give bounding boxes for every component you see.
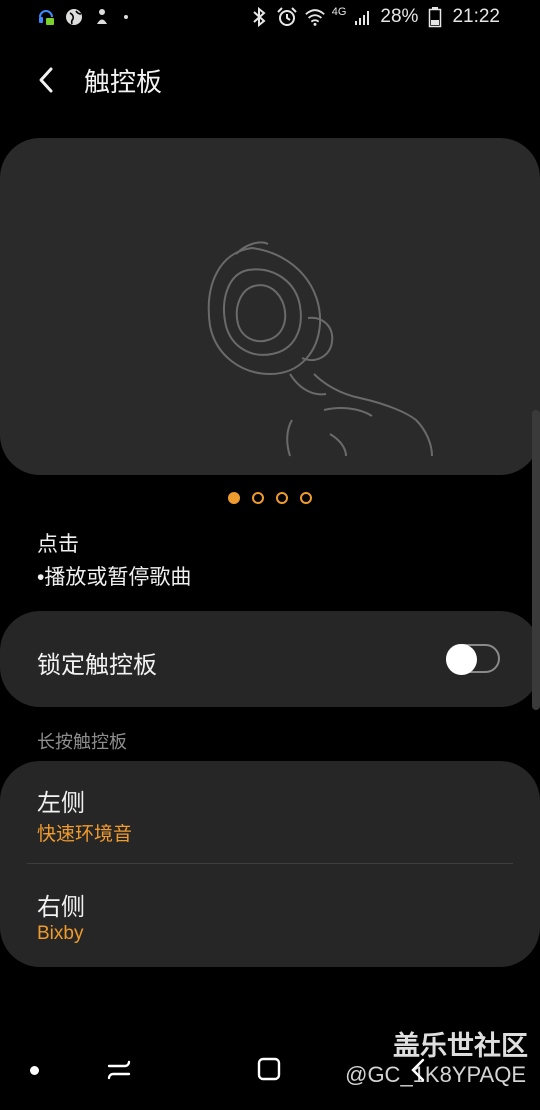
lock-touchpad-row[interactable]: 锁定触控板 [0,611,540,707]
bluetooth-icon [248,6,270,28]
app-bar: 触控板 [0,52,540,108]
back-button[interactable] [26,60,66,100]
back-arrow-icon [39,67,53,93]
left-option-label: 左侧 [37,790,85,817]
lock-touchpad-toggle[interactable] [446,644,500,675]
carousel-page-indicator [0,492,540,504]
left-option-value: 快速环境音 [37,824,133,845]
status-bar-left [36,7,128,27]
battery-percent: 28% [380,6,419,27]
divider [27,863,513,864]
nav-back-icon[interactable] [405,1056,433,1084]
nav-hide-dot[interactable] [30,1066,39,1075]
page-dot-4[interactable] [300,492,312,504]
toggle-knob [446,644,477,675]
recents-icon[interactable] [105,1056,133,1084]
status-bar-right: 4G 28% 21:22 [248,6,500,28]
home-icon[interactable] [255,1055,283,1083]
lock-touchpad-label: 锁定触控板 [37,652,157,679]
right-option-label: 右侧 [37,894,85,921]
tap-description: •播放或暂停歌曲 [37,566,192,589]
headset-notification-icon [36,7,56,27]
left-earbud-option[interactable]: 左侧 快速环境音 [0,761,540,863]
right-option-value: Bixby [37,923,84,944]
page-dot-3[interactable] [276,492,288,504]
wifi-icon [304,6,326,28]
right-earbud-option[interactable]: 右侧 Bixby [0,865,540,967]
scrollbar[interactable] [532,410,540,710]
signal-icon [352,6,374,28]
page-dot-1[interactable] [228,492,240,504]
earbud-touch-illustration [207,241,433,457]
system-navigation-bar [0,1034,540,1110]
network-type: 4G [331,6,347,18]
long-press-options-card: 左侧 快速环境音 右侧 Bixby [0,761,540,967]
location-icon [92,7,112,27]
long-press-section-header: 长按触控板 [37,732,127,752]
globe-icon [64,7,84,27]
battery-icon [424,6,446,28]
page-dot-2[interactable] [252,492,264,504]
alarm-icon [276,6,298,28]
tap-title: 点击 [37,533,79,556]
clock: 21:22 [452,6,500,27]
status-bar: 4G 28% 21:22 [0,0,540,36]
page-title: 触控板 [84,67,163,97]
touchpad-illustration-carousel[interactable] [0,138,540,475]
notification-dot [124,15,128,19]
